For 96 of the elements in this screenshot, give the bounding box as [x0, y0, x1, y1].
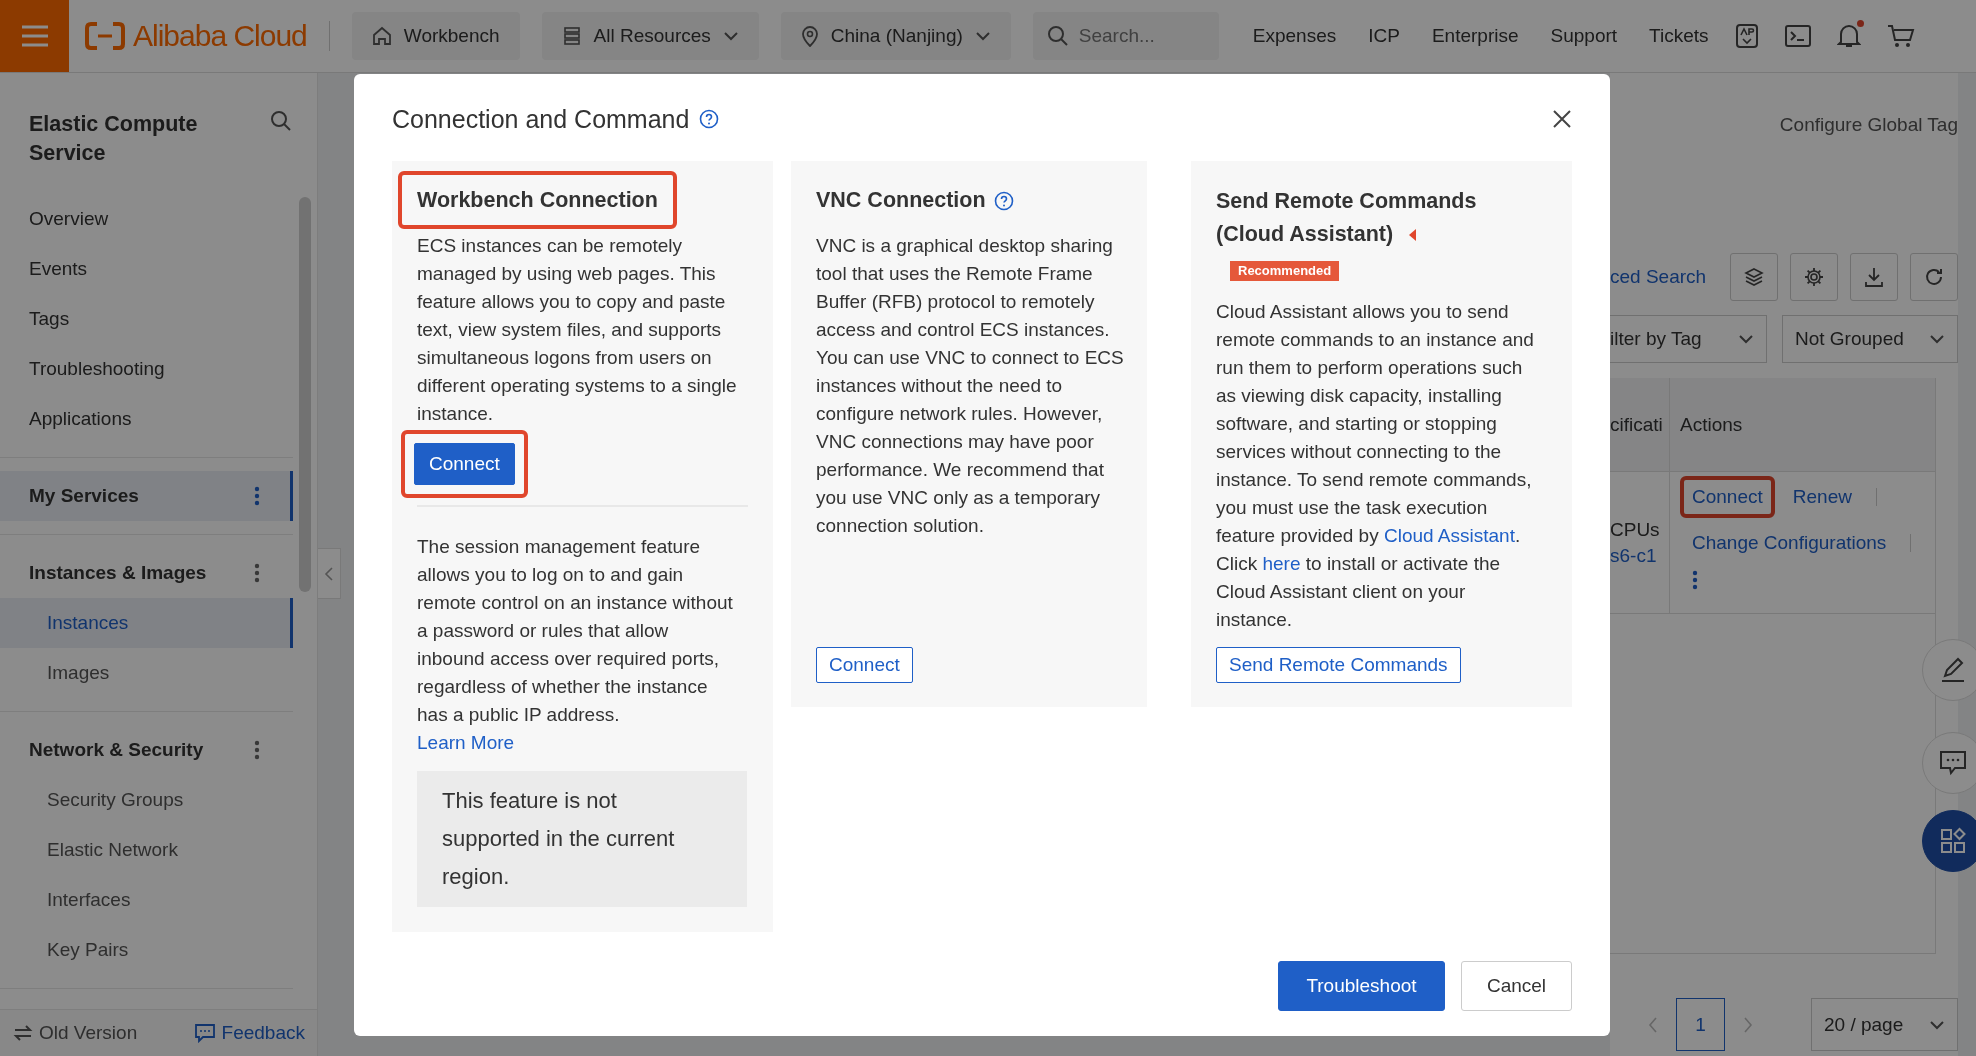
connect-button[interactable]: Connect: [816, 647, 913, 683]
logo-icon: [85, 22, 125, 50]
nav-link[interactable]: Support: [1550, 25, 1618, 47]
bell-icon[interactable]: [1836, 23, 1861, 49]
action-link[interactable]: Change Configurations: [1692, 532, 1887, 554]
table-cell-text: s6-c1: [1610, 544, 1658, 567]
toolbar-button[interactable]: [1790, 253, 1838, 301]
column-header: Actions: [1680, 413, 1743, 436]
cart-icon[interactable]: [1886, 24, 1915, 48]
more-icon[interactable]: [254, 563, 261, 583]
search-icon[interactable]: [270, 110, 292, 132]
nav-link[interactable]: Tickets: [1649, 25, 1709, 47]
more-icon[interactable]: [254, 486, 261, 506]
caret-icon: [1407, 228, 1418, 243]
sidebar-title: Elastic Compute Service: [29, 111, 199, 167]
connect-button[interactable]: Connect: [414, 443, 515, 485]
app-icon[interactable]: [1734, 23, 1759, 49]
link[interactable]: Cloud Assistant: [1383, 525, 1515, 546]
more-icon[interactable]: [254, 740, 261, 760]
description-text: VNC is a graphical desktop sharing tool that uses the Remote Frame Buffer (RFB) protocol to remotely access and control ECS instances. You can use VNC to connect to ECS instances without the need to configure network rules. However, VNC connections may have poor performance. We recommend that you use VNC only as a temporary connection solution.: [816, 234, 1125, 538]
advanced-search-link[interactable]: ced Search: [1610, 266, 1718, 288]
description-text: The session management feature allows you to log on to and gain remote control on an instance without a password or rules that allow inbound access over required ports, regardless of whether the instance has a public IP address.: [417, 535, 734, 727]
old-version-link[interactable]: Old Version: [13, 1022, 138, 1044]
sidebar-item[interactable]: Tags: [0, 294, 294, 344]
tag-filter-dropdown[interactable]: ilter by Tag: [1610, 315, 1767, 363]
link[interactable]: here: [1262, 553, 1301, 574]
dialog-button[interactable]: Cancel: [1461, 961, 1572, 1011]
feedback-link[interactable]: Feedback: [193, 1022, 305, 1044]
nav-button[interactable]: Workbench: [351, 12, 520, 60]
card-title: VNC Connection: [816, 185, 1014, 215]
recommended-badge: Recommended: [1230, 261, 1340, 281]
help-icon[interactable]: [993, 191, 1014, 212]
sidebar-group-heading[interactable]: Instances & Images: [0, 548, 294, 598]
floating-button[interactable]: [1922, 810, 1976, 872]
sidebar-group-heading[interactable]: Network & Security: [0, 725, 294, 775]
help-icon[interactable]: [699, 109, 720, 129]
logo-text: Alibaba Cloud: [133, 19, 307, 53]
page-size-dropdown[interactable]: 20 / page: [1811, 998, 1958, 1051]
chevron-down-icon: [1929, 1019, 1945, 1030]
toolbar-button[interactable]: [1730, 253, 1778, 301]
toolbar-button[interactable]: [1850, 253, 1898, 301]
dialog-title: Connection and Command: [392, 104, 690, 134]
toolbar-button[interactable]: [1910, 253, 1958, 301]
sidebar-item[interactable]: Instances: [0, 598, 294, 648]
description-text: Cloud Assistant allows you to send remote commands to an instance and run them to perform operations such as viewing disk capacity, installing software, and starting or stopping services without connecting to the instance. To send remote commands, you must use the task execution feature provided by Cloud Assistant. Click here to install or activate the Cloud Assistant client on your instance.: [1216, 300, 1535, 632]
sidebar-item[interactable]: Troubleshooting: [0, 344, 294, 394]
chevron-down-icon: [1929, 334, 1945, 344]
description-text: ECS instances can be remotely managed by using web pages. This feature allows you to copy and paste text, view system files, and supports simultaneous logons from users on different operating systems to a single instance.: [417, 234, 738, 426]
layers-icon: [1743, 266, 1765, 288]
sidebar-item[interactable]: Applications: [0, 394, 294, 444]
grouping-dropdown[interactable]: Not Grouped: [1782, 315, 1958, 363]
nav-link[interactable]: ICP: [1368, 25, 1400, 47]
notice-text: This feature is not supported in the current region.: [417, 771, 747, 907]
list-icon: [561, 26, 582, 46]
chevron-left-icon: [324, 565, 334, 582]
configure-tag-link[interactable]: Configure Global Tag: [1779, 110, 1958, 140]
settings-icon: [1803, 266, 1825, 288]
sidebar-item[interactable]: Interfaces: [0, 875, 294, 925]
card-title: Send Remote Commands (Cloud Assistant): [1216, 188, 1478, 248]
sidebar-item[interactable]: Security Groups: [0, 775, 294, 825]
chat-icon: [1939, 750, 1967, 776]
close-icon: [1552, 109, 1572, 129]
column-header: cificati: [1610, 413, 1664, 436]
download-icon: [1863, 266, 1885, 288]
refresh-icon: [1923, 266, 1945, 288]
card-title: Workbench Connection: [417, 187, 658, 214]
sidebar-item[interactable]: Events: [0, 244, 294, 294]
more-icon[interactable]: [1692, 570, 1698, 590]
learn-more-link[interactable]: Learn More: [417, 729, 515, 757]
menu-icon: [19, 24, 50, 48]
sidebar-item[interactable]: Key Pairs: [0, 925, 294, 975]
table-cell-text: CPUs: [1610, 518, 1661, 541]
chat-icon: [193, 1023, 216, 1043]
apps-icon: [1939, 827, 1967, 855]
action-link[interactable]: Connect: [1692, 486, 1763, 508]
sidebar-item[interactable]: Elastic Network: [0, 825, 294, 875]
chevron-down-icon: [1738, 334, 1754, 344]
close-button[interactable]: [1552, 109, 1572, 129]
sidebar-item[interactable]: Overview: [0, 194, 294, 244]
sidebar-group-heading[interactable]: My Services: [0, 471, 294, 521]
action-link[interactable]: Renew: [1792, 486, 1852, 508]
search-field[interactable]: Search...: [1032, 12, 1219, 60]
home-icon: [371, 26, 392, 46]
edit-icon: [1939, 656, 1967, 684]
dropdown-button[interactable]: All Resources: [541, 12, 759, 60]
nav-link[interactable]: Enterprise: [1431, 25, 1519, 47]
sidebar-item[interactable]: Images: [0, 648, 294, 698]
swap-icon: [13, 1025, 33, 1041]
terminal-icon[interactable]: [1784, 25, 1811, 47]
location-pin-icon: [800, 25, 819, 47]
dropdown-button[interactable]: China (Nanjing): [780, 12, 1011, 60]
scrollbar-thumb[interactable]: [299, 197, 312, 592]
page-button[interactable]: 1: [1676, 998, 1725, 1051]
dialog-button[interactable]: Troubleshoot: [1278, 961, 1445, 1011]
nav-link[interactable]: Expenses: [1252, 25, 1337, 47]
connect-button[interactable]: Send Remote Commands: [1216, 647, 1461, 683]
